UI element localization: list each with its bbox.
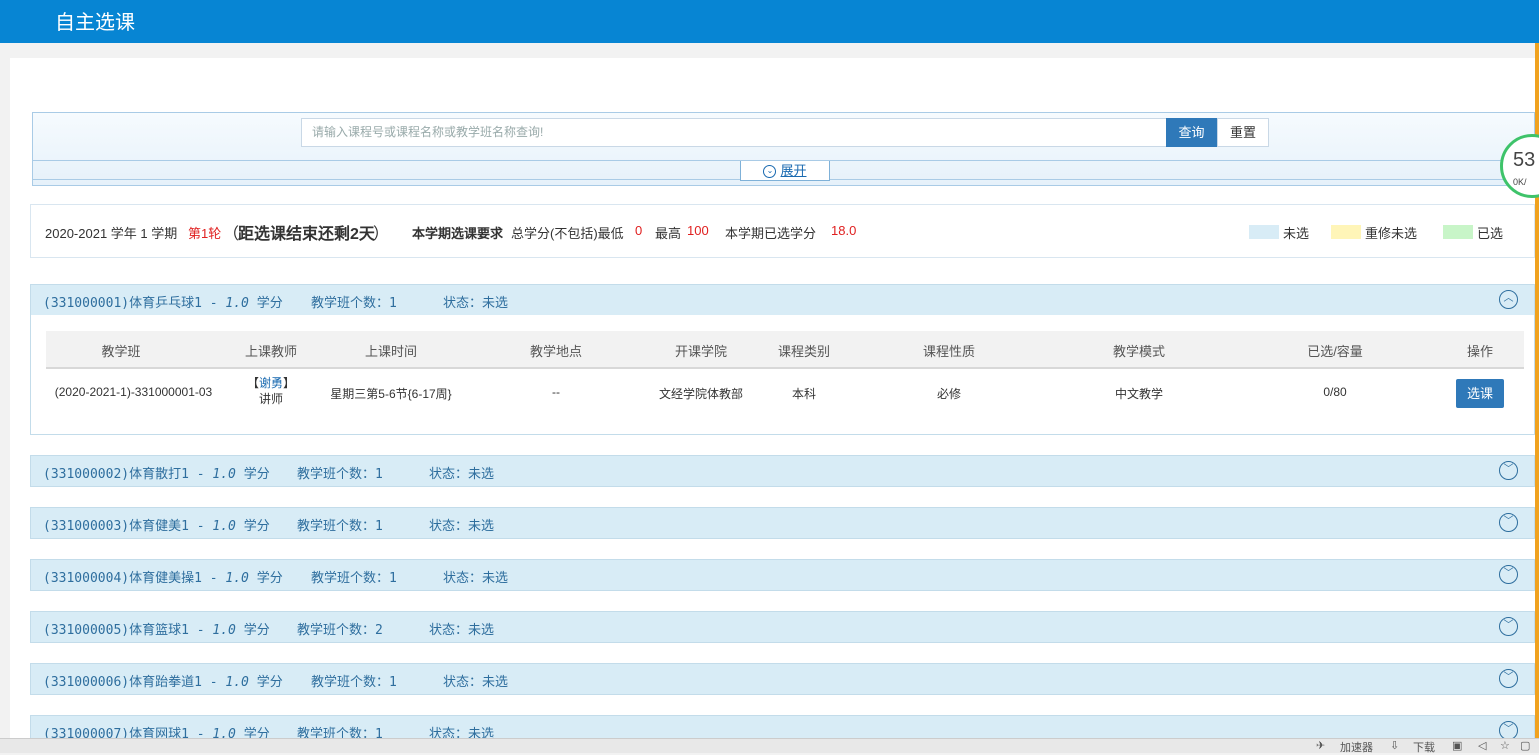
cell-college: 文经学院体教部 (658, 387, 743, 401)
course-code: (331000001)体育乒乓球1 (43, 296, 202, 311)
col-teacher: 上课教师 (244, 344, 297, 359)
course-credit: 1.0 (225, 296, 249, 311)
course-status: 状态：未选 (429, 467, 495, 482)
course-detail-panel: 教学班 上课教师 上课时间 教学地点 开课学院 课程类别 课程性质 教学模式 已… (30, 315, 1535, 435)
col-place: 教学地点 (529, 344, 582, 359)
expand-filters-button[interactable]: ⌄ 展开 (740, 161, 830, 181)
legend-retake-label: 重修未选 (1365, 226, 1418, 241)
legend-unselected-swatch (1249, 225, 1279, 239)
class-table-header: 教学班 上课教师 上课时间 教学地点 开课学院 课程类别 课程性质 教学模式 已… (46, 331, 1524, 369)
course-class-count: 教学班个数：1 (297, 467, 383, 482)
chevron-down-icon: ⌄ (763, 165, 777, 179)
download-icon: ⇩ (1390, 740, 1400, 752)
chevron-down-icon[interactable]: ﹀ (1499, 461, 1518, 480)
course-class-count: 教学班个数：1 (311, 675, 397, 690)
course-code: (331000002)体育散打1 (43, 467, 189, 482)
col-category: 课程类别 (777, 344, 830, 359)
legend-unselected-label: 未选 (1283, 226, 1310, 241)
table-row: (2020-2021-1)-331000001-03 【谢勇】 讲师 星期三第5… (46, 369, 1524, 419)
teacher-title: 讲师 (258, 392, 283, 406)
course-header[interactable]: (331000002)体育散打1 - 1.0 学分 教学班个数：1 状态：未选 … (30, 455, 1535, 487)
col-class: 教学班 (101, 344, 141, 359)
top-bar: 自主选课 (0, 0, 1539, 43)
cell-category: 本科 (791, 387, 816, 401)
course-status: 状态：未选 (443, 675, 509, 690)
course-header[interactable]: (331000005)体育篮球1 - 1.0 学分 教学班个数：2 状态：未选 … (30, 611, 1535, 643)
course-status: 状态：未选 (443, 296, 509, 311)
selected-label: 本学期已选学分 (725, 226, 817, 241)
course-credit: 1.0 (225, 675, 249, 690)
accelerator-label[interactable]: 加速器 (1340, 739, 1373, 755)
countdown-open: （ (223, 226, 240, 243)
course-header[interactable]: (331000003)体育健美1 - 1.0 学分 教学班个数：1 状态：未选 … (30, 507, 1535, 539)
course-status: 状态：未选 (443, 571, 509, 586)
chevron-up-icon[interactable]: ︿ (1499, 290, 1518, 309)
cell-mode: 中文教学 (1114, 387, 1163, 401)
col-capacity: 已选/容量 (1307, 344, 1363, 359)
max-label: 最高 (655, 226, 682, 241)
legend-selected-swatch (1443, 225, 1473, 239)
star-icon[interactable]: ☆ (1500, 739, 1510, 752)
legend-retake-swatch (1331, 225, 1361, 239)
countdown-close: ） (373, 226, 390, 243)
cell-nature: 必修 (936, 387, 961, 401)
course-credit: 1.0 (212, 467, 236, 482)
semester-year: 2020-2021 学年 1 学期 (45, 226, 178, 241)
course-class-count: 教学班个数：1 (297, 519, 383, 534)
cell-place: -- (552, 385, 560, 399)
query-button[interactable]: 查询 (1166, 118, 1217, 147)
course-class-count: 教学班个数：1 (311, 296, 397, 311)
search-input[interactable]: 请输入课程号或课程名称或教学班名称查询! (301, 118, 1167, 147)
course-class-count: 教学班个数：2 (297, 623, 383, 638)
col-nature: 课程性质 (922, 344, 975, 359)
search-area: 请输入课程号或课程名称或教学班名称查询! 查询 重置 ⌄ 展开 (32, 112, 1535, 186)
course-class-count: 教学班个数：1 (311, 571, 397, 586)
rocket-icon: ✈ (1316, 740, 1326, 752)
chevron-down-icon[interactable]: ﹀ (1499, 617, 1518, 636)
fullscreen-icon[interactable]: ▢ (1520, 739, 1530, 752)
course-credit: 1.0 (212, 623, 236, 638)
col-action: 操作 (1466, 344, 1493, 359)
course-header[interactable]: (331000006)体育跆拳道1 - 1.0 学分 教学班个数：1 状态：未选… (30, 663, 1535, 695)
course-status: 状态：未选 (429, 623, 495, 638)
selected-credit: 18.0 (831, 223, 857, 238)
speed-unit: 0K/ (1513, 177, 1527, 187)
chevron-down-icon[interactable]: ﹀ (1499, 565, 1518, 584)
course-code: (331000004)体育健美操1 (43, 571, 202, 586)
course-credit: 1.0 (225, 571, 249, 586)
cell-class: (2020-2021-1)-331000001-03 (54, 385, 213, 399)
requirement-text: 总学分(不包括)最低 (511, 226, 624, 241)
course-status: 状态：未选 (429, 519, 495, 534)
chevron-down-icon[interactable]: ﹀ (1499, 669, 1518, 688)
speed-value: 53 (1513, 149, 1536, 171)
semester-info-bar: 2020-2021 学年 1 学期 第1轮 （ 距选课结束还剩2天 ） 本学期选… (30, 204, 1535, 258)
col-mode: 教学模式 (1112, 344, 1165, 359)
col-college: 开课学院 (674, 344, 727, 359)
countdown: 距选课结束还剩2天 (238, 226, 375, 243)
col-time: 上课时间 (364, 344, 417, 359)
speaker-icon[interactable]: ◁ (1478, 739, 1486, 752)
requirement-label: 本学期选课要求 (412, 226, 504, 241)
page-title: 自主选课 (55, 12, 135, 34)
download-label[interactable]: 下载 (1413, 739, 1435, 755)
teacher-name-link[interactable]: 谢勇 (259, 376, 283, 390)
course-code: (331000003)体育健美1 (43, 519, 189, 534)
chevron-down-icon[interactable]: ﹀ (1499, 513, 1518, 532)
cell-time: 星期三第5-6节{6-17周} (330, 387, 452, 401)
cell-teacher: 【谢勇】 讲师 (246, 376, 296, 406)
course-credit: 1.0 (212, 519, 236, 534)
select-course-button[interactable]: 选课 (1456, 379, 1504, 408)
course-header[interactable]: (331000004)体育健美操1 - 1.0 学分 教学班个数：1 状态：未选… (30, 559, 1535, 591)
window-icon[interactable]: ▣ (1452, 739, 1462, 752)
min-credit: 0 (635, 223, 643, 238)
round-label: 第1轮 (188, 226, 222, 241)
browser-status-bar: ✈ 加速器 ⇩ 下载 ▣ ◁ ☆ ▢ (0, 738, 1539, 755)
course-header[interactable]: (331000001)体育乒乓球1 - 1.0 学分 教学班个数：1 状态：未选… (30, 284, 1535, 316)
max-credit: 100 (687, 223, 709, 238)
reset-button[interactable]: 重置 (1217, 118, 1269, 147)
course-code: (331000006)体育跆拳道1 (43, 675, 202, 690)
legend-selected-label: 已选 (1477, 226, 1504, 241)
cell-capacity: 0/80 (1323, 385, 1347, 399)
course-code: (331000005)体育篮球1 (43, 623, 189, 638)
